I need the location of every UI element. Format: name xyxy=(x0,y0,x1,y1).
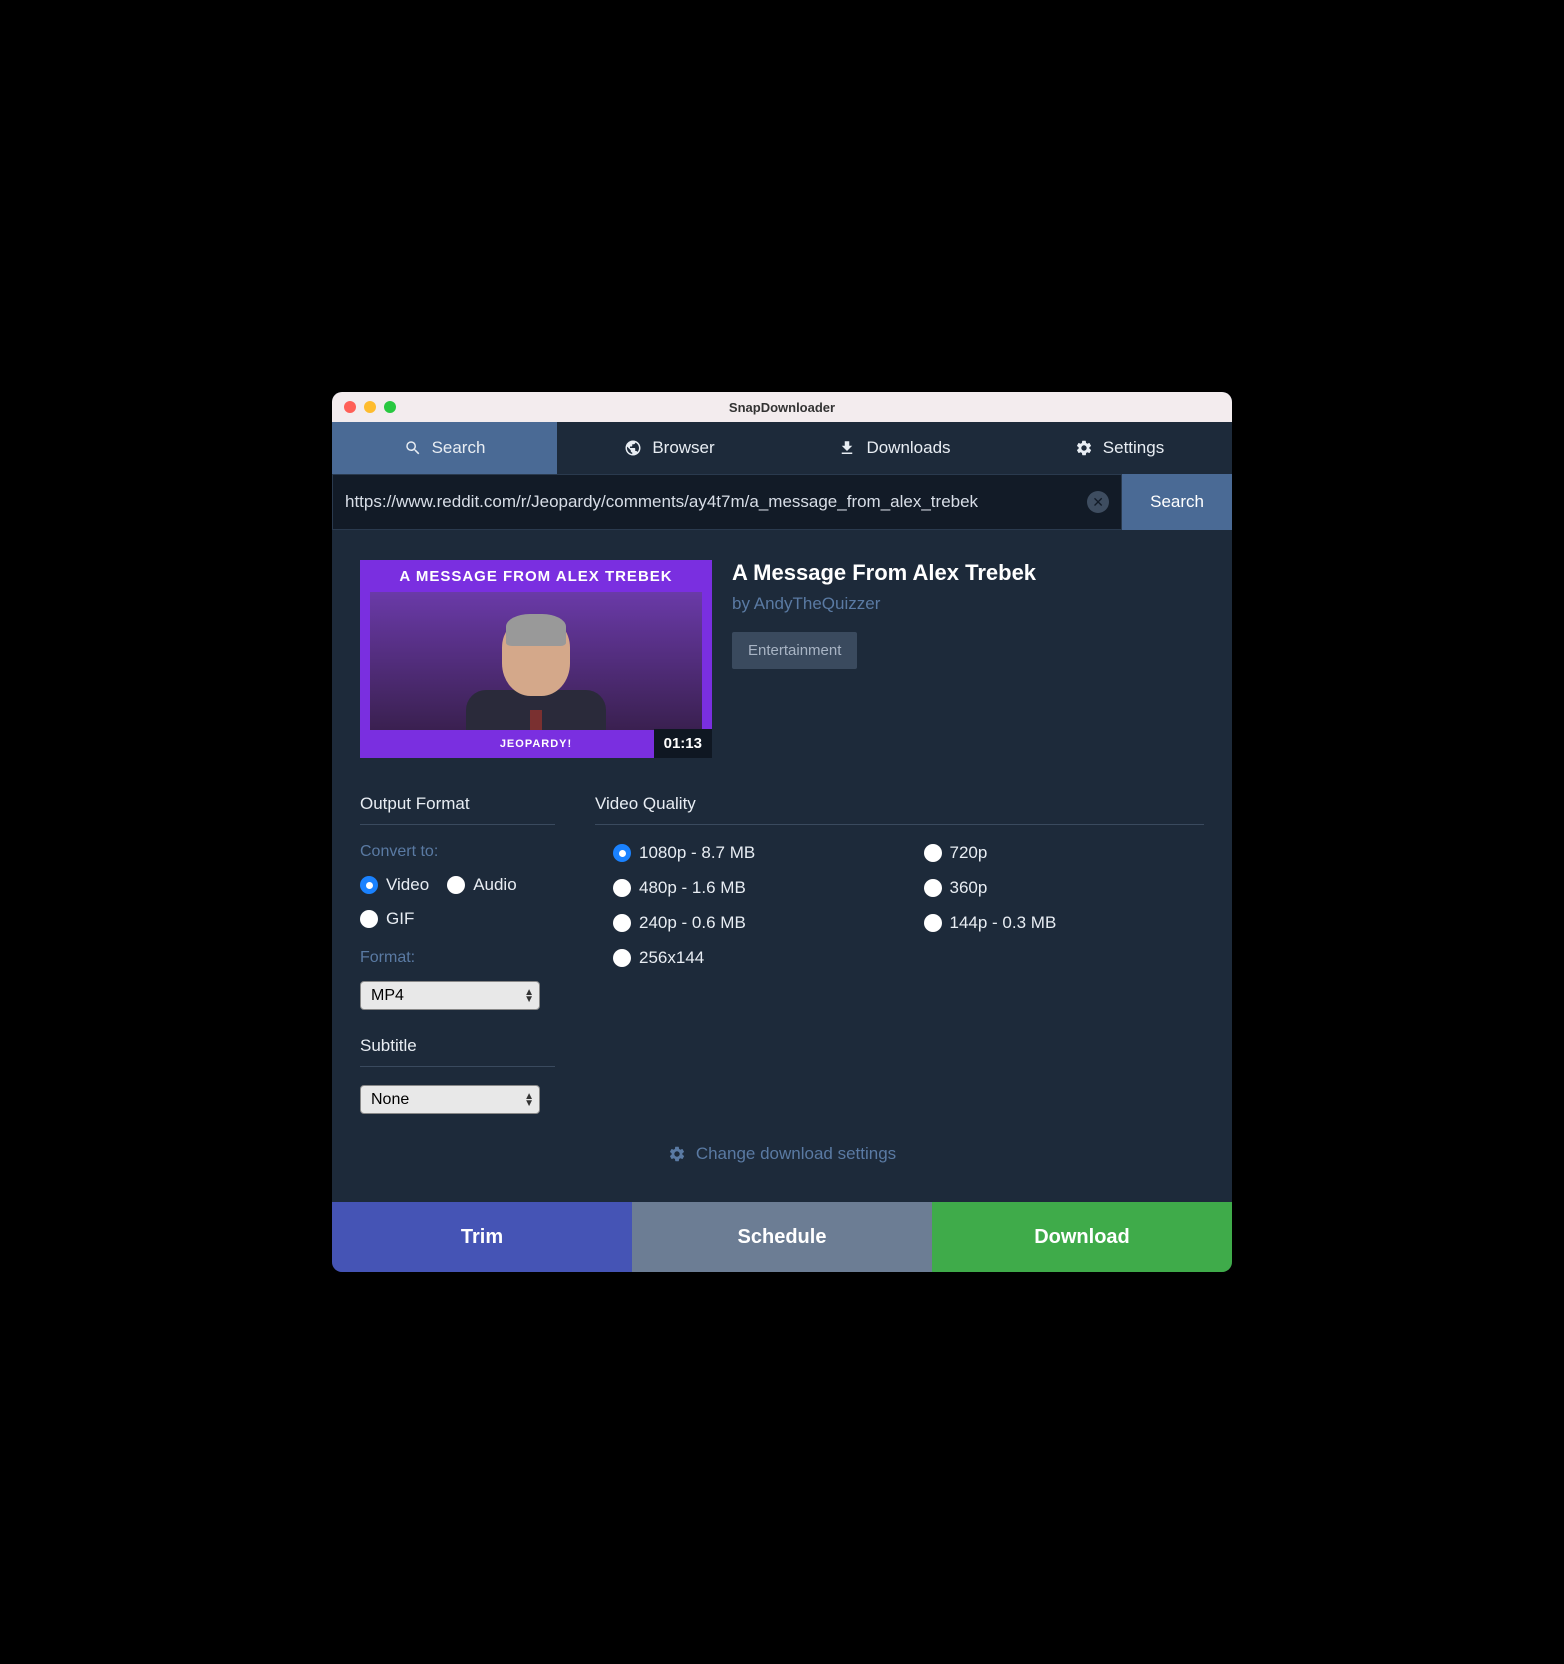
video-info-row: A MESSAGE FROM ALEX TREBEK JEOPARDY! 01:… xyxy=(360,560,1204,758)
author-link[interactable]: AndyTheQuizzer xyxy=(754,594,881,613)
radio-video[interactable]: Video xyxy=(360,875,429,895)
gear-icon xyxy=(668,1145,686,1163)
tab-settings[interactable]: Settings xyxy=(1007,422,1232,474)
radio-quality-240p[interactable]: 240p - 0.6 MB xyxy=(613,913,894,933)
radio-quality-480p[interactable]: 480p - 1.6 MB xyxy=(613,878,894,898)
download-button[interactable]: Download xyxy=(932,1202,1232,1272)
tab-label: Search xyxy=(432,438,486,458)
radio-icon xyxy=(924,879,942,897)
format-label: Format: xyxy=(360,949,555,967)
tab-downloads[interactable]: Downloads xyxy=(782,422,1007,474)
close-icon: ✕ xyxy=(1092,494,1104,511)
globe-icon xyxy=(624,439,642,457)
url-input[interactable] xyxy=(345,492,1087,512)
video-quality-title: Video Quality xyxy=(595,794,1204,825)
radio-quality-720p[interactable]: 720p xyxy=(924,843,1205,863)
subtitle-section: Subtitle None ▲▼ xyxy=(360,1036,555,1114)
radio-icon xyxy=(360,876,378,894)
main-tabs: Search Browser Downloads Settings xyxy=(332,422,1232,474)
clear-input-button[interactable]: ✕ xyxy=(1087,491,1109,513)
radio-icon xyxy=(613,844,631,862)
radio-icon xyxy=(613,914,631,932)
radio-icon xyxy=(613,949,631,967)
radio-quality-360p[interactable]: 360p xyxy=(924,878,1205,898)
output-type-radios: Video Audio GIF xyxy=(360,875,555,929)
gear-icon xyxy=(1075,439,1093,457)
tab-label: Browser xyxy=(652,438,714,458)
video-quality-column: Video Quality 1080p - 8.7 MB 720p 480p -… xyxy=(595,794,1204,1114)
output-format-title: Output Format xyxy=(360,794,555,825)
radio-audio[interactable]: Audio xyxy=(447,875,516,895)
video-author: by AndyTheQuizzer xyxy=(732,594,1204,614)
search-icon xyxy=(404,439,422,457)
radio-icon xyxy=(613,879,631,897)
radio-quality-256x144[interactable]: 256x144 xyxy=(613,948,894,968)
radio-icon xyxy=(924,844,942,862)
video-meta: A Message From Alex Trebek by AndyTheQui… xyxy=(732,560,1204,758)
trim-button[interactable]: Trim xyxy=(332,1202,632,1272)
show-logo: JEOPARDY! xyxy=(500,738,572,750)
radio-quality-144p[interactable]: 144p - 0.3 MB xyxy=(924,913,1205,933)
content-area: A MESSAGE FROM ALEX TREBEK JEOPARDY! 01:… xyxy=(332,530,1232,1202)
options-row: Output Format Convert to: Video Audio GI… xyxy=(360,794,1204,1114)
tab-search[interactable]: Search xyxy=(332,422,557,474)
action-bar: Trim Schedule Download xyxy=(332,1202,1232,1272)
tab-label: Settings xyxy=(1103,438,1164,458)
search-bar: ✕ Search xyxy=(332,474,1232,530)
video-thumbnail[interactable]: A MESSAGE FROM ALEX TREBEK JEOPARDY! 01:… xyxy=(360,560,712,758)
format-select[interactable]: MP4 xyxy=(360,981,540,1010)
tab-label: Downloads xyxy=(866,438,950,458)
output-format-column: Output Format Convert to: Video Audio GI… xyxy=(360,794,555,1114)
radio-gif[interactable]: GIF xyxy=(360,909,414,929)
subtitle-title: Subtitle xyxy=(360,1036,555,1067)
subtitle-select[interactable]: None xyxy=(360,1085,540,1114)
convert-to-label: Convert to: xyxy=(360,843,555,861)
subtitle-select-wrap: None ▲▼ xyxy=(360,1085,540,1114)
schedule-button[interactable]: Schedule xyxy=(632,1202,932,1272)
window-title: SnapDownloader xyxy=(332,400,1232,415)
thumbnail-image xyxy=(370,592,702,730)
download-icon xyxy=(838,439,856,457)
radio-icon xyxy=(360,910,378,928)
app-window: SnapDownloader Search Browser Downloads … xyxy=(332,392,1232,1272)
video-title: A Message From Alex Trebek xyxy=(732,560,1204,586)
search-button[interactable]: Search xyxy=(1122,474,1232,530)
format-select-wrap: MP4 ▲▼ xyxy=(360,981,540,1010)
change-download-settings-link[interactable]: Change download settings xyxy=(360,1114,1204,1182)
radio-icon xyxy=(447,876,465,894)
quality-options: 1080p - 8.7 MB 720p 480p - 1.6 MB 360p xyxy=(595,843,1204,968)
radio-quality-1080p[interactable]: 1080p - 8.7 MB xyxy=(613,843,894,863)
radio-icon xyxy=(924,914,942,932)
tab-browser[interactable]: Browser xyxy=(557,422,782,474)
video-duration: 01:13 xyxy=(654,729,712,758)
titlebar: SnapDownloader xyxy=(332,392,1232,422)
category-tag[interactable]: Entertainment xyxy=(732,632,857,669)
url-input-container: ✕ xyxy=(332,474,1122,530)
thumbnail-overlay-title: A MESSAGE FROM ALEX TREBEK xyxy=(360,560,712,593)
